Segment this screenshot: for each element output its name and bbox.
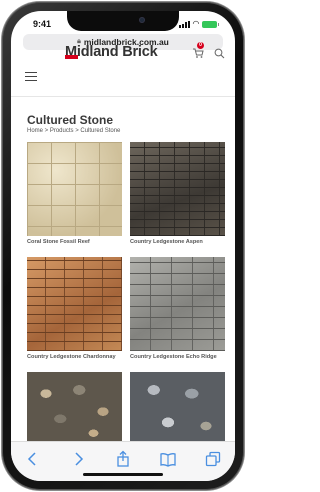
breadcrumb[interactable]: Home > Products > Cultured Stone <box>27 128 120 134</box>
product-image[interactable] <box>27 142 122 236</box>
notch <box>67 11 179 31</box>
product-image[interactable] <box>27 372 122 444</box>
wifi-icon: ◠ <box>192 19 199 28</box>
product-tile[interactable]: Country Ledgestone Chardonnay <box>27 257 122 360</box>
product-tile[interactable]: Country Ledgestone Echo Ridge <box>130 257 225 360</box>
home-indicator[interactable] <box>83 473 163 476</box>
camera-icon <box>139 17 145 23</box>
status-icons: ◠ <box>178 19 219 28</box>
browser-screen: 9:41 ◠ 🔒︎ midlandbrick.com.au Midland Br… <box>11 11 235 481</box>
share-icon[interactable] <box>114 450 132 468</box>
cart-icon[interactable] <box>192 47 204 59</box>
product-name[interactable]: Country Ledgestone Aspen <box>130 239 225 245</box>
back-icon[interactable] <box>24 450 42 468</box>
phone-frame: 9:41 ◠ 🔒︎ midlandbrick.com.au Midland Br… <box>2 2 244 490</box>
status-time: 9:41 <box>33 19 52 29</box>
cart-count-badge: 0 <box>197 42 204 49</box>
tabs-icon[interactable] <box>204 450 222 468</box>
product-name[interactable]: Country Ledgestone Chardonnay <box>27 354 122 360</box>
forward-icon[interactable] <box>69 450 87 468</box>
product-name[interactable]: Country Ledgestone Echo Ridge <box>130 354 225 360</box>
product-tile[interactable] <box>27 372 122 444</box>
product-name[interactable]: Coral Stone Fossil Reef <box>27 239 122 245</box>
product-tile[interactable]: Coral Stone Fossil Reef <box>27 142 122 245</box>
product-tile[interactable]: Country Ledgestone Aspen <box>130 142 225 245</box>
product-image[interactable] <box>130 142 225 236</box>
bookmarks-icon[interactable] <box>159 450 177 468</box>
product-image[interactable] <box>130 257 225 351</box>
logo-accent-bar <box>65 55 78 59</box>
site-header <box>11 57 235 97</box>
menu-icon[interactable] <box>25 72 37 84</box>
search-icon[interactable] <box>214 48 225 59</box>
battery-icon <box>202 20 219 28</box>
site-logo[interactable]: Midland Brick <box>65 43 158 61</box>
product-tile[interactable] <box>130 372 225 444</box>
product-image[interactable] <box>130 372 225 444</box>
page-title: Cultured Stone <box>27 113 113 127</box>
signal-icon <box>178 20 190 28</box>
product-image[interactable] <box>27 257 122 351</box>
